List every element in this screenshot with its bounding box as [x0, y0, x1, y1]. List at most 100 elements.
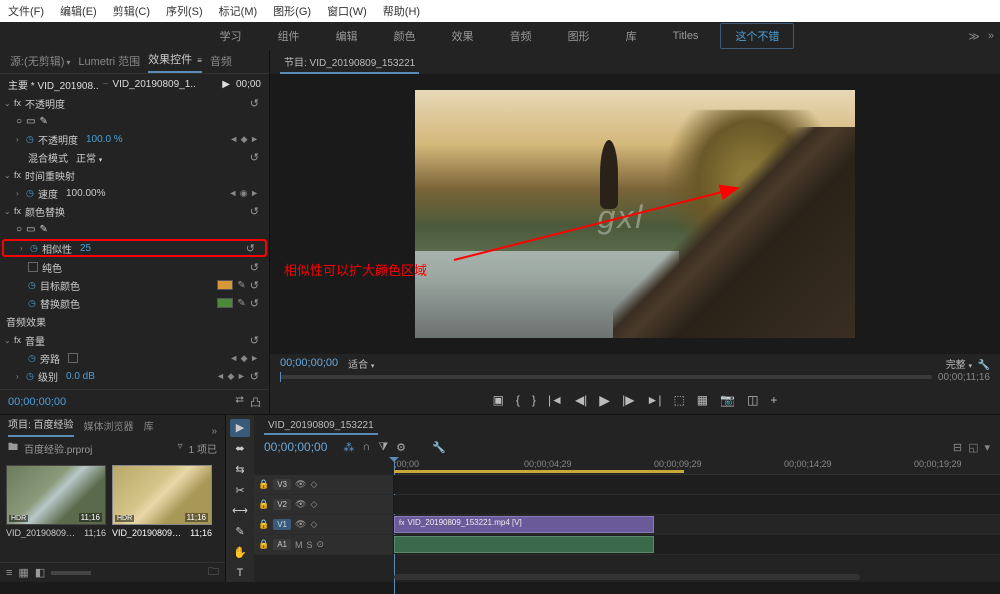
- video-preview[interactable]: gxl: [415, 90, 855, 338]
- stopwatch-icon[interactable]: ◷: [28, 353, 40, 364]
- mask-rect-icon[interactable]: ▭: [26, 224, 35, 235]
- eyedropper-icon[interactable]: ✎: [237, 280, 245, 291]
- stopwatch-icon[interactable]: ◷: [30, 243, 42, 254]
- clip-item-selected[interactable]: HDR11;16 VID_20190809_15322111;16: [112, 465, 212, 556]
- selection-tool-icon[interactable]: ▶: [230, 419, 250, 437]
- tab-lumetri[interactable]: Lumetri 范围: [78, 53, 140, 73]
- solid-checkbox[interactable]: [28, 262, 38, 272]
- comparison-icon[interactable]: ◫: [747, 393, 758, 407]
- ws-custom-active[interactable]: 这个不错: [720, 23, 794, 49]
- solo-icon[interactable]: S: [307, 540, 313, 550]
- freeform-icon[interactable]: ◧: [35, 566, 45, 579]
- menu-marker[interactable]: 标记(M): [219, 3, 258, 19]
- lift-icon[interactable]: ⬚: [673, 393, 684, 407]
- ws-color[interactable]: 颜色: [380, 24, 430, 48]
- fx-colorreplace-header[interactable]: 颜色替换: [25, 204, 65, 219]
- program-scrubber[interactable]: [280, 375, 932, 379]
- ripple-tool-icon[interactable]: ⇆: [230, 461, 250, 479]
- button-editor-icon[interactable]: +: [770, 393, 777, 407]
- keyframe-nav-icon[interactable]: ◄ ◆ ►: [229, 134, 259, 145]
- tl-opt2-icon[interactable]: ◱: [968, 441, 978, 454]
- ws-assembly[interactable]: 组件: [264, 24, 314, 48]
- menu-graphics[interactable]: 图形(G): [273, 3, 311, 19]
- ws-edit[interactable]: 编辑: [322, 24, 372, 48]
- reset-icon[interactable]: ↺: [250, 205, 259, 218]
- val-speed[interactable]: 100.00%: [66, 188, 105, 199]
- track-lock-icon[interactable]: 🔒: [258, 499, 269, 510]
- menu-edit[interactable]: 编辑(E): [60, 3, 97, 19]
- tab-media-browser[interactable]: 媒体浏览器: [84, 418, 134, 437]
- play-icon[interactable]: ▶: [599, 392, 610, 409]
- type-tool-icon[interactable]: T: [230, 564, 250, 582]
- stopwatch-icon[interactable]: ◷: [26, 371, 38, 382]
- panel-overflow-icon[interactable]: »: [211, 426, 217, 437]
- track-lock-icon[interactable]: 🔒: [258, 539, 269, 550]
- tab-audio[interactable]: 音频: [210, 53, 232, 73]
- reset-icon[interactable]: ↺: [250, 279, 259, 292]
- val-similarity[interactable]: 25: [80, 243, 91, 254]
- replace-color-swatch[interactable]: [217, 298, 233, 308]
- settings-icon[interactable]: ⚙: [396, 441, 406, 454]
- settings-icon[interactable]: 🔧: [978, 360, 990, 371]
- val-blend[interactable]: 正常 ▾: [76, 150, 102, 165]
- timeline-timecode[interactable]: 00;00;00;00: [264, 440, 327, 454]
- timeline-audio-clip[interactable]: [394, 536, 654, 553]
- time-ruler[interactable]: ;00;00 00;00;04;29 00;00;09;29 00;00;14;…: [394, 457, 1000, 475]
- filter-icon[interactable]: ▿: [178, 441, 183, 456]
- menu-sequence[interactable]: 序列(S): [166, 3, 203, 19]
- track-a1[interactable]: A1: [273, 539, 291, 550]
- track-toggle-icon[interactable]: 👁: [295, 479, 306, 490]
- sequence-tab[interactable]: VID_20190809_153221: [264, 418, 378, 435]
- fx-master-clip[interactable]: 主要 * VID_201908..: [8, 77, 99, 92]
- prop-opacity[interactable]: 不透明度: [38, 132, 78, 147]
- tl-opt3-icon[interactable]: ▾: [984, 441, 990, 454]
- work-area[interactable]: [394, 470, 684, 473]
- ws-graphics[interactable]: 图形: [554, 24, 604, 48]
- reset-icon[interactable]: ↺: [250, 370, 259, 383]
- program-tab[interactable]: 节目: VID_20190809_153221: [280, 51, 419, 74]
- tab-source[interactable]: 源:(无剪辑)▾: [10, 53, 70, 73]
- prop-level[interactable]: 级别: [38, 369, 58, 384]
- track-lane-v2[interactable]: [394, 495, 1000, 514]
- prop-speed[interactable]: 速度: [38, 186, 58, 201]
- stopwatch-icon[interactable]: ◷: [26, 134, 38, 145]
- target-color-swatch[interactable]: [217, 280, 233, 290]
- reset-icon[interactable]: ↺: [250, 297, 259, 310]
- mark-out-icon[interactable]: }: [532, 393, 536, 407]
- hand-tool-icon[interactable]: ✋: [230, 544, 250, 562]
- reset-icon[interactable]: ↺: [246, 242, 255, 255]
- stopwatch-icon[interactable]: ◷: [28, 298, 40, 309]
- program-timecode[interactable]: 00;00;00;00: [280, 357, 338, 369]
- tl-opt1-icon[interactable]: ⊟: [953, 441, 962, 454]
- ws-audio[interactable]: 音频: [496, 24, 546, 48]
- thumb-zoom[interactable]: [51, 571, 91, 575]
- mute-icon[interactable]: M: [295, 540, 303, 550]
- export-frame-icon[interactable]: 📷: [720, 393, 735, 407]
- stopwatch-icon[interactable]: ◷: [26, 188, 38, 199]
- toggle-icon[interactable]: ⮂: [235, 394, 244, 410]
- slip-tool-icon[interactable]: ⟷: [230, 502, 250, 520]
- razor-tool-icon[interactable]: ✂: [230, 481, 250, 499]
- mask-pen-icon[interactable]: ✎: [40, 224, 48, 235]
- fx-panel-timecode[interactable]: 00;00;00;00: [8, 396, 66, 408]
- reset-icon[interactable]: ↺: [250, 151, 259, 164]
- eyedropper-icon[interactable]: ✎: [237, 298, 245, 309]
- mask-rect-icon[interactable]: ▭: [26, 116, 35, 127]
- keyframe-nav-icon[interactable]: ◄ ◆ ►: [229, 353, 259, 364]
- go-in-icon[interactable]: |◄: [548, 393, 563, 407]
- track-lock-icon[interactable]: 🔒: [258, 479, 269, 490]
- ws-library[interactable]: 库: [612, 24, 651, 48]
- ws-effects[interactable]: 效果: [438, 24, 488, 48]
- keyframe-nav-icon[interactable]: ◄ ◉ ►: [228, 188, 259, 199]
- marker-icon[interactable]: ⧩: [378, 441, 388, 454]
- ws-menu-icon[interactable]: »: [988, 30, 994, 42]
- track-toggle-icon[interactable]: 👁: [295, 499, 306, 510]
- new-bin-icon[interactable]: 🗀: [208, 563, 219, 582]
- prop-target-color[interactable]: 目标颜色: [40, 278, 80, 293]
- zoom-fit[interactable]: 适合 ▾: [348, 356, 374, 371]
- keyframe-nav-icon[interactable]: ◄ ◆ ►: [216, 371, 246, 382]
- menu-window[interactable]: 窗口(W): [327, 3, 367, 19]
- fx-play-icon[interactable]: ▶: [222, 79, 230, 90]
- track-lane-v1[interactable]: fxVID_20190809_153221.mp4 [V]: [394, 515, 1000, 534]
- tab-project[interactable]: 项目: 百度经验: [8, 416, 74, 437]
